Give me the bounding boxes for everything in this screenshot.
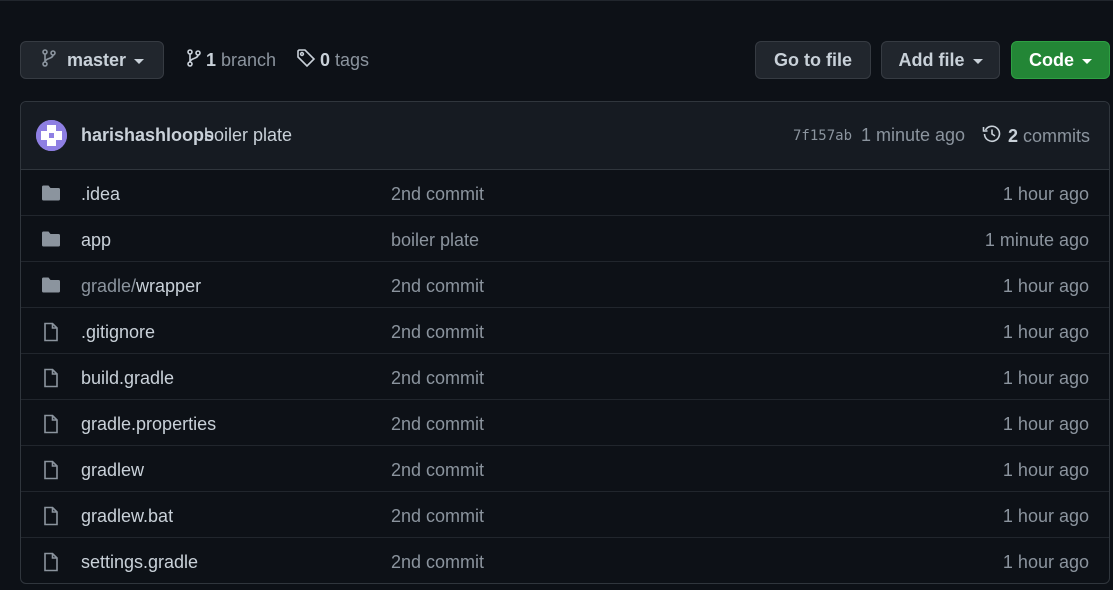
commit-history-link[interactable]: 2 commits bbox=[982, 124, 1090, 149]
file-icon bbox=[41, 368, 61, 388]
file-name-text: wrapper bbox=[136, 276, 202, 296]
file-commit-age: 1 hour ago bbox=[1002, 414, 1089, 434]
file-row[interactable]: settings.gradle 2nd commit 1 hour ago bbox=[21, 538, 1109, 583]
commit-author-link[interactable]: harishashloops bbox=[81, 125, 214, 146]
file-name-text: gradlew.bat bbox=[81, 506, 174, 526]
tag-count: 0 bbox=[320, 49, 331, 70]
avatar[interactable] bbox=[36, 120, 67, 151]
branch-word: branch bbox=[221, 49, 277, 70]
add-file-button[interactable]: Add file bbox=[881, 41, 1000, 79]
branch-count: 1 bbox=[206, 49, 217, 70]
top-divider bbox=[0, 0, 1113, 1]
file-name-link[interactable]: gradlew.bat bbox=[81, 506, 173, 527]
repo-toolbar: master 1 branch 0 tags Go to file Add fi… bbox=[20, 41, 1110, 81]
file-name-text: .idea bbox=[81, 184, 121, 204]
file-browser-panel: harishashloops boiler plate 7f157ab 1 mi… bbox=[20, 101, 1110, 584]
file-name-text: gradlew bbox=[81, 460, 145, 480]
commit-word: commits bbox=[1023, 126, 1091, 146]
tag-icon bbox=[296, 48, 316, 73]
folder-icon bbox=[41, 184, 61, 202]
file-row[interactable]: gradlew.bat 2nd commit 1 hour ago bbox=[21, 492, 1109, 538]
commit-count: 2 bbox=[1008, 126, 1019, 146]
file-row[interactable]: app boiler plate 1 minute ago bbox=[21, 216, 1109, 262]
file-name-text: settings.gradle bbox=[81, 552, 199, 572]
file-commit-age: 1 minute ago bbox=[984, 230, 1089, 250]
file-name-link[interactable]: settings.gradle bbox=[81, 552, 198, 573]
file-name-link[interactable]: .gitignore bbox=[81, 322, 155, 343]
file-commit-age: 1 hour ago bbox=[1002, 368, 1089, 388]
go-to-file-button[interactable]: Go to file bbox=[755, 41, 871, 79]
file-commit-age: 1 hour ago bbox=[1002, 184, 1089, 204]
branch-name: master bbox=[67, 49, 127, 70]
commit-time: 1 minute ago bbox=[861, 125, 966, 145]
file-name-text: app bbox=[81, 230, 112, 250]
file-commit-message-link[interactable]: 2nd commit bbox=[391, 322, 484, 343]
commit-message-link[interactable]: boiler plate bbox=[204, 125, 292, 146]
go-to-file-label: Go to file bbox=[774, 49, 852, 70]
file-row[interactable]: build.gradle 2nd commit 1 hour ago bbox=[21, 354, 1109, 400]
file-name-link[interactable]: gradle.properties bbox=[81, 414, 216, 435]
file-icon bbox=[41, 322, 61, 342]
file-icon bbox=[41, 552, 61, 572]
file-row[interactable]: gradle.properties 2nd commit 1 hour ago bbox=[21, 400, 1109, 446]
file-commit-message-link[interactable]: 2nd commit bbox=[391, 460, 484, 481]
file-name-link[interactable]: app bbox=[81, 230, 111, 251]
file-commit-message-link[interactable]: 2nd commit bbox=[391, 506, 484, 527]
git-branch-icon bbox=[41, 48, 57, 72]
file-commit-age: 1 hour ago bbox=[1002, 506, 1089, 526]
file-name-link[interactable]: gradlew bbox=[81, 460, 144, 481]
file-name-link[interactable]: .idea bbox=[81, 184, 120, 205]
code-label: Code bbox=[1029, 49, 1074, 70]
history-icon bbox=[982, 124, 1002, 149]
tags-link[interactable]: 0 tags bbox=[296, 41, 369, 79]
tag-word: tags bbox=[335, 49, 370, 70]
file-name-link[interactable]: build.gradle bbox=[81, 368, 174, 389]
branch-select-button[interactable]: master bbox=[20, 41, 164, 79]
file-commit-age: 1 hour ago bbox=[1002, 552, 1089, 572]
file-name-text: build.gradle bbox=[81, 368, 175, 388]
branches-link[interactable]: 1 branch bbox=[186, 41, 276, 79]
file-commit-message-link[interactable]: 2nd commit bbox=[391, 276, 484, 297]
commit-sha-link[interactable]: 7f157ab bbox=[793, 128, 852, 144]
file-commit-message-link[interactable]: 2nd commit bbox=[391, 414, 484, 435]
file-name-text: gradle.properties bbox=[81, 414, 217, 434]
file-commit-age: 1 hour ago bbox=[1002, 322, 1089, 342]
folder-icon bbox=[41, 230, 61, 248]
file-name-prefix: gradle/ bbox=[81, 276, 137, 296]
file-icon bbox=[41, 460, 61, 480]
git-branch-icon bbox=[186, 48, 202, 72]
file-name-link[interactable]: gradle/wrapper bbox=[81, 276, 201, 297]
caret-down-icon bbox=[1082, 59, 1092, 64]
file-row[interactable]: .gitignore 2nd commit 1 hour ago bbox=[21, 308, 1109, 354]
file-row[interactable]: gradle/wrapper 2nd commit 1 hour ago bbox=[21, 262, 1109, 308]
code-button[interactable]: Code bbox=[1011, 41, 1110, 79]
file-commit-message-link[interactable]: 2nd commit bbox=[391, 184, 484, 205]
add-file-label: Add file bbox=[898, 49, 965, 70]
file-icon bbox=[41, 506, 61, 526]
file-commit-age: 1 hour ago bbox=[1002, 276, 1089, 296]
caret-down-icon bbox=[134, 59, 145, 64]
caret-down-icon bbox=[972, 59, 983, 64]
latest-commit-header: harishashloops boiler plate 7f157ab 1 mi… bbox=[21, 102, 1109, 170]
file-name-text: .gitignore bbox=[81, 322, 156, 342]
file-list: .idea 2nd commit 1 hour ago app boiler plate… bbox=[21, 170, 1109, 583]
file-row[interactable]: gradlew 2nd commit 1 hour ago bbox=[21, 446, 1109, 492]
file-row[interactable]: .idea 2nd commit 1 hour ago bbox=[21, 170, 1109, 216]
file-icon bbox=[41, 414, 61, 434]
file-commit-message-link[interactable]: 2nd commit bbox=[391, 368, 484, 389]
file-commit-message-link[interactable]: boiler plate bbox=[391, 230, 479, 251]
file-commit-age: 1 hour ago bbox=[1002, 460, 1089, 480]
file-commit-message-link[interactable]: 2nd commit bbox=[391, 552, 484, 573]
folder-icon bbox=[41, 276, 61, 294]
